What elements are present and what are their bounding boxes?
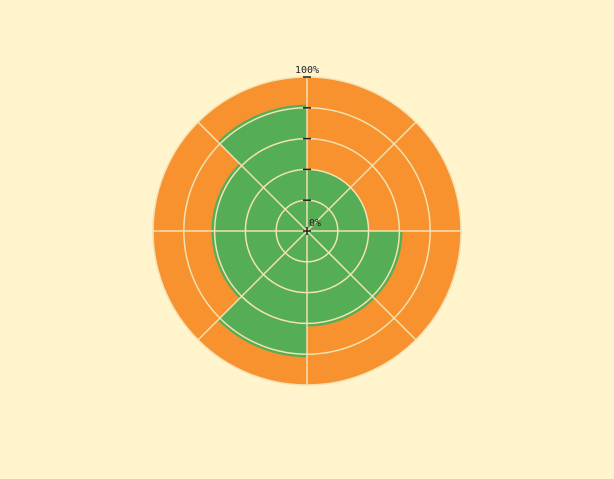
radar-chart: 0% 100%: [0, 0, 614, 474]
r-label-0: 0%: [309, 218, 321, 229]
r-label-1: 100%: [295, 65, 319, 76]
chart-canvas: 0% 100%: [152, 65, 462, 386]
